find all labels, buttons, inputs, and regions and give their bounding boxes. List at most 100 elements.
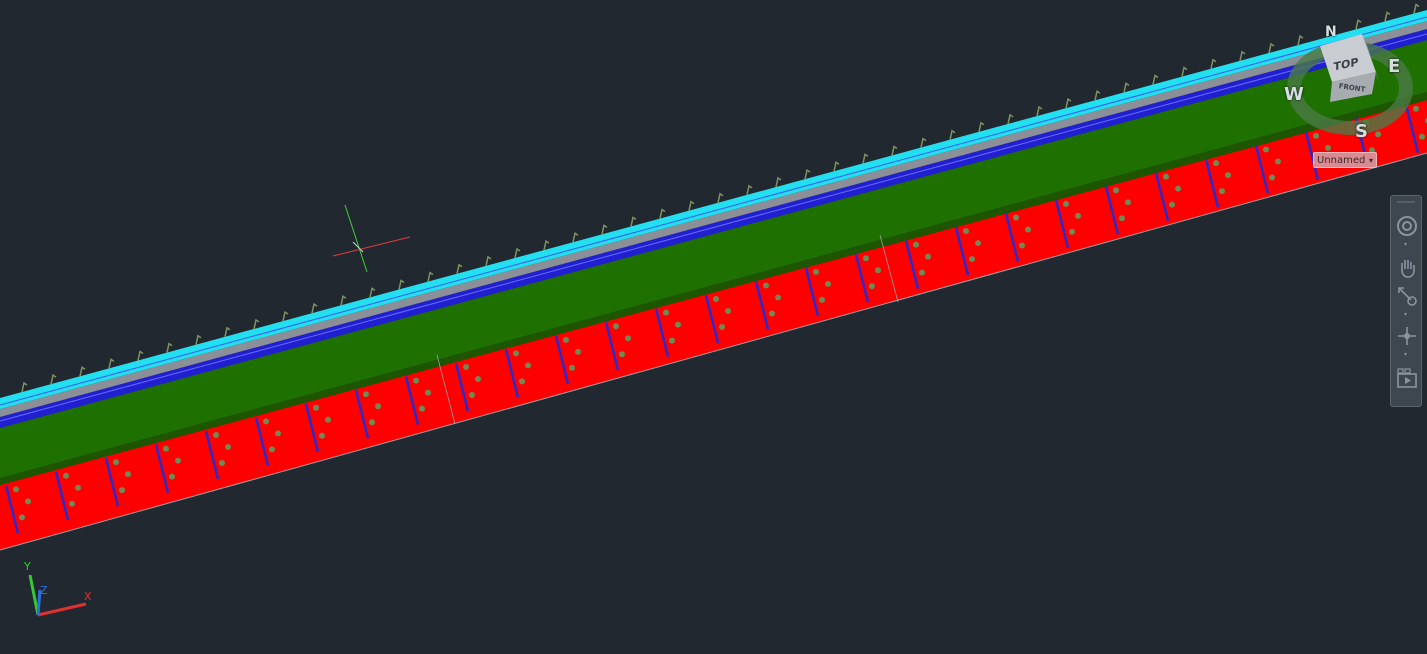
- edge-tick: [340, 295, 347, 306]
- steering-wheel-icon[interactable]: [1395, 214, 1419, 238]
- slope-marker: [19, 514, 25, 521]
- slope-marker: [1075, 212, 1081, 219]
- slope-marker: [1113, 187, 1119, 194]
- navigation-bar: ▾ ▾ ▾: [1390, 195, 1422, 407]
- slope-marker: [775, 294, 781, 301]
- edge-tick: [862, 153, 869, 164]
- slope-marker: [375, 403, 381, 410]
- slope-marker: [225, 443, 231, 450]
- chevron-down-icon[interactable]: ▾: [1404, 352, 1410, 358]
- slope-marker: [263, 418, 269, 425]
- crosshair-cursor: [332, 204, 411, 273]
- slope-marker: [413, 377, 419, 384]
- edge-tick: [1210, 58, 1217, 69]
- ucs-menu-button[interactable]: Unnamed ▾: [1313, 152, 1377, 168]
- gray-edge-band: [0, 21, 1427, 417]
- slope-marker: [119, 487, 125, 494]
- chevron-down-icon[interactable]: ▾: [1404, 312, 1410, 318]
- slope-marker: [419, 405, 425, 412]
- slope-marker: [1025, 226, 1031, 233]
- edge-tick: [253, 318, 260, 330]
- edge-tick: [978, 121, 985, 132]
- slope-marker: [513, 350, 519, 357]
- slope-marker: [625, 335, 631, 342]
- slope-marker: [1263, 146, 1269, 153]
- edge-tick: [1413, 3, 1420, 14]
- slope-marker: [1175, 185, 1181, 192]
- slope-marker: [713, 296, 719, 303]
- ucs-y-label: Y: [24, 560, 31, 573]
- slope-marker: [519, 378, 525, 385]
- edge-tick: [21, 381, 28, 393]
- slope-marker: [219, 459, 225, 466]
- viewcube[interactable]: N E W S TOP FRONT Unnamed ▾: [1280, 20, 1420, 180]
- slope-marker: [1163, 173, 1169, 180]
- slope-marker: [1125, 199, 1131, 206]
- slope-marker: [463, 364, 469, 371]
- slope-marker: [813, 268, 819, 275]
- compass-north[interactable]: N: [1325, 24, 1337, 40]
- edge-tick: [630, 216, 637, 227]
- pan-hand-icon[interactable]: [1395, 256, 1419, 280]
- slope-marker: [275, 430, 281, 437]
- slope-marker: [825, 280, 831, 287]
- edge-tick: [920, 137, 927, 148]
- edge-tick: [50, 373, 57, 385]
- edge-tick: [369, 287, 376, 298]
- edge-tick: [688, 200, 695, 211]
- slope-marker: [1019, 242, 1025, 249]
- edge-tick: [717, 192, 724, 203]
- chevron-down-icon[interactable]: ▾: [1404, 242, 1410, 248]
- edge-tick: [746, 184, 753, 196]
- slope-marker: [169, 473, 175, 480]
- slope-marker: [875, 267, 881, 274]
- slope-marker: [75, 484, 81, 491]
- slope-marker: [1069, 228, 1075, 235]
- edge-tick: [485, 255, 492, 267]
- edge-tick: [1007, 113, 1014, 125]
- edge-tick: [1152, 74, 1159, 85]
- slope-marker: [269, 446, 275, 453]
- slope-marker: [663, 309, 669, 316]
- edge-tick: [1268, 42, 1275, 54]
- edge-line: [0, 33, 1427, 422]
- edge-tick: [311, 302, 318, 314]
- edge-tick: [224, 326, 231, 337]
- slope-marker: [769, 310, 775, 317]
- slope-marker: [213, 431, 219, 438]
- slope-marker: [313, 404, 319, 411]
- zoom-extents-icon[interactable]: [1395, 284, 1419, 308]
- edge-tick: [1065, 97, 1072, 109]
- slope-marker: [13, 486, 19, 493]
- edge-tick: [108, 358, 115, 369]
- slope-marker: [975, 240, 981, 247]
- slope-marker: [525, 362, 531, 369]
- compass-south[interactable]: S: [1355, 121, 1368, 142]
- edge-tick: [1239, 50, 1246, 62]
- slope-marker: [113, 459, 119, 466]
- edge-tick: [804, 168, 811, 180]
- chevron-down-icon: ▾: [1368, 156, 1373, 165]
- slope-marker: [325, 416, 331, 423]
- edge-tick: [166, 342, 173, 353]
- edge-tick: [1036, 105, 1043, 117]
- drawing-viewport[interactable]: N E W S TOP FRONT Unnamed ▾ ▾ ▾ ▾ Y Z X: [0, 0, 1427, 654]
- slope-marker: [719, 324, 725, 331]
- slope-marker: [1213, 160, 1219, 167]
- slope-marker: [163, 445, 169, 452]
- compass-east[interactable]: E: [1388, 56, 1400, 77]
- edge-tick: [427, 271, 434, 282]
- edge-tick: [137, 350, 144, 361]
- ucs-z-label: Z: [40, 584, 48, 597]
- orbit-icon[interactable]: [1395, 324, 1419, 348]
- edge-tick: [195, 334, 202, 345]
- slope-marker: [725, 308, 731, 315]
- compass-west[interactable]: W: [1284, 84, 1304, 105]
- showmotion-icon[interactable]: [1395, 366, 1419, 390]
- edge-tick: [1094, 90, 1101, 101]
- slope-marker: [963, 228, 969, 235]
- edge-tick: [775, 176, 782, 188]
- slope-marker: [819, 296, 825, 303]
- slope-marker: [469, 392, 475, 399]
- slope-marker: [563, 336, 569, 343]
